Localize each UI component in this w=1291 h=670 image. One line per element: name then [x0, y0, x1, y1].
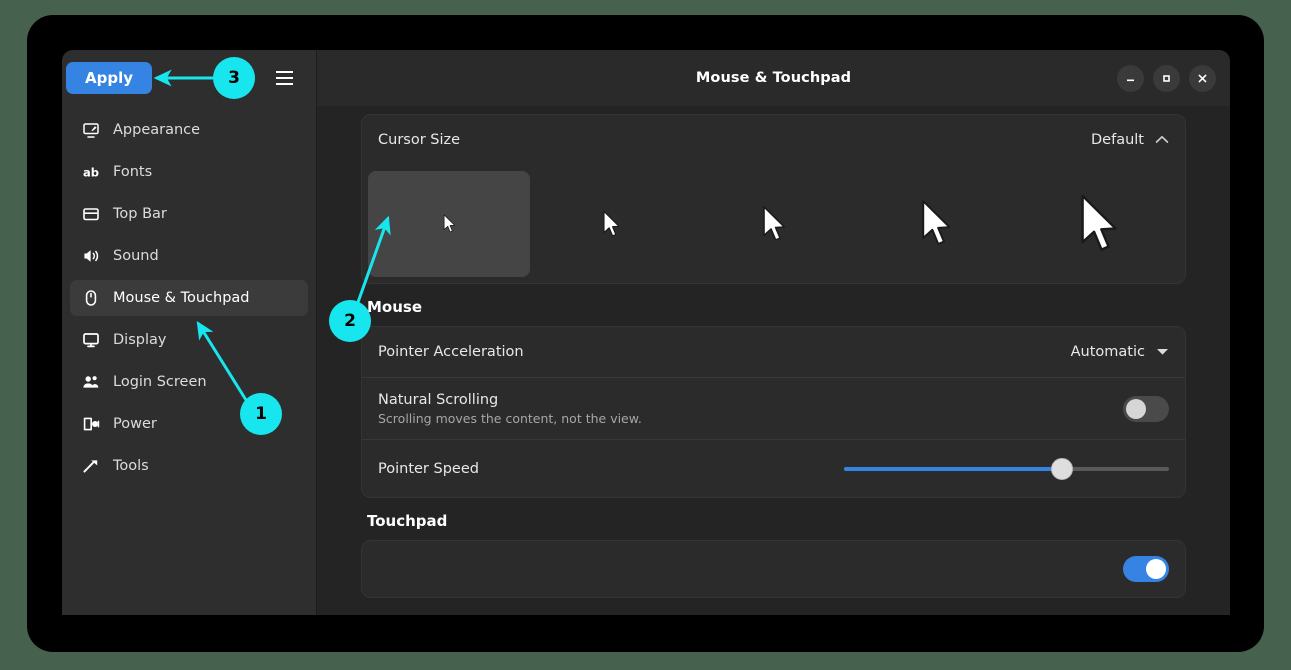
- sidebar-item-label: Tools: [113, 458, 149, 474]
- touchpad-settings-card: [361, 540, 1186, 598]
- main-content-panel: Mouse & Touchpad: [317, 50, 1230, 615]
- cursor-size-value: Default: [1091, 132, 1144, 148]
- settings-scroll-area[interactable]: Cursor Size Default: [317, 106, 1230, 615]
- sidebar-item-fonts[interactable]: ab Fonts: [70, 154, 308, 190]
- top-bar-icon: [82, 205, 100, 223]
- chevron-down-icon: [1156, 344, 1169, 360]
- sidebar-item-label: Sound: [113, 248, 159, 264]
- cursor-arrow-icon: [442, 214, 456, 234]
- sidebar-item-label: Mouse & Touchpad: [113, 290, 249, 306]
- cursor-size-card: Cursor Size Default: [361, 114, 1186, 284]
- natural-scrolling-toggle[interactable]: [1123, 396, 1169, 422]
- display-icon: [82, 331, 100, 349]
- sidebar-item-label: Login Screen: [113, 374, 207, 390]
- desktop-backdrop: Apply: [0, 0, 1291, 670]
- sidebar: Apply: [62, 50, 317, 615]
- minimize-icon: [1125, 73, 1136, 84]
- pointer-speed-row: Pointer Speed: [362, 439, 1185, 497]
- pointer-speed-slider[interactable]: [844, 458, 1169, 480]
- tools-icon: [82, 457, 100, 475]
- sidebar-item-appearance[interactable]: Appearance: [70, 112, 308, 148]
- cursor-size-option-4[interactable]: [855, 171, 1017, 277]
- touchpad-section-title: Touchpad: [367, 512, 1186, 530]
- device-shell: Apply: [27, 15, 1264, 652]
- pointer-acceleration-dropdown[interactable]: Automatic: [1071, 344, 1169, 360]
- natural-scrolling-description: Scrolling moves the content, not the vie…: [378, 411, 642, 426]
- slider-handle[interactable]: [1051, 458, 1073, 480]
- cursor-size-option-3[interactable]: [692, 171, 854, 277]
- sidebar-item-login-screen[interactable]: Login Screen: [70, 364, 308, 400]
- sidebar-item-label: Fonts: [113, 164, 152, 180]
- cursor-size-label: Cursor Size: [378, 132, 460, 148]
- sidebar-item-display[interactable]: Display: [70, 322, 308, 358]
- cursor-arrow-icon: [760, 205, 787, 244]
- fonts-icon: ab: [82, 163, 100, 181]
- minimize-button[interactable]: [1117, 65, 1144, 92]
- hamburger-bar-1: [276, 71, 293, 73]
- mouse-section-title: Mouse: [367, 298, 1186, 316]
- close-button[interactable]: [1189, 65, 1216, 92]
- cursor-size-header-row[interactable]: Cursor Size Default: [362, 115, 1185, 165]
- title-bar: Mouse & Touchpad: [317, 50, 1230, 106]
- cursor-size-option-5[interactable]: [1017, 171, 1179, 277]
- pointer-speed-label: Pointer Speed: [378, 461, 479, 477]
- annotation-badge-3: 3: [213, 57, 255, 99]
- sidebar-item-top-bar[interactable]: Top Bar: [70, 196, 308, 232]
- hamburger-bar-2: [276, 77, 293, 79]
- close-icon: [1197, 73, 1208, 84]
- sidebar-item-label: Top Bar: [113, 206, 167, 222]
- svg-text:ab: ab: [83, 166, 99, 180]
- touchpad-enable-toggle[interactable]: [1123, 556, 1169, 582]
- sidebar-item-sound[interactable]: Sound: [70, 238, 308, 274]
- cursor-arrow-icon: [601, 210, 621, 239]
- login-screen-icon: [82, 373, 100, 391]
- chevron-up-icon[interactable]: [1155, 132, 1169, 148]
- pointer-acceleration-row[interactable]: Pointer Acceleration Automatic: [362, 327, 1185, 377]
- touchpad-first-row[interactable]: [362, 541, 1185, 597]
- natural-scrolling-label: Natural Scrolling: [378, 392, 642, 408]
- sound-icon: [82, 247, 100, 265]
- mouse-icon: [82, 289, 100, 307]
- cursor-size-options: [362, 165, 1185, 283]
- hamburger-bar-3: [276, 83, 293, 85]
- maximize-button[interactable]: [1153, 65, 1180, 92]
- cursor-size-option-1[interactable]: [368, 171, 530, 277]
- appearance-icon: [82, 121, 100, 139]
- sidebar-nav-list: Appearance ab Fonts: [62, 106, 316, 484]
- window-controls: [1117, 50, 1216, 106]
- cursor-size-option-2[interactable]: [530, 171, 692, 277]
- toggle-knob: [1146, 559, 1166, 579]
- slider-fill: [844, 467, 1062, 471]
- hamburger-menu-icon[interactable]: [269, 63, 299, 93]
- maximize-icon: [1161, 73, 1172, 84]
- sidebar-item-label: Display: [113, 332, 166, 348]
- pointer-acceleration-value: Automatic: [1071, 344, 1145, 360]
- annotation-badge-2: 2: [329, 300, 371, 342]
- apply-button[interactable]: Apply: [66, 62, 152, 95]
- natural-scrolling-row[interactable]: Natural Scrolling Scrolling moves the co…: [362, 377, 1185, 439]
- mouse-settings-card: Pointer Acceleration Automatic: [361, 326, 1186, 498]
- toggle-knob: [1126, 399, 1146, 419]
- natural-scrolling-text: Natural Scrolling Scrolling moves the co…: [378, 392, 642, 426]
- power-icon: [82, 415, 100, 433]
- sidebar-header: Apply: [62, 50, 316, 106]
- cursor-arrow-icon: [918, 199, 953, 249]
- annotation-badge-1: 1: [240, 393, 282, 435]
- settings-window: Apply: [62, 50, 1230, 615]
- sidebar-item-label: Power: [113, 416, 157, 432]
- sidebar-item-label: Appearance: [113, 122, 200, 138]
- pointer-acceleration-label: Pointer Acceleration: [378, 344, 524, 360]
- sidebar-item-tools[interactable]: Tools: [70, 448, 308, 484]
- natural-scrolling-control: [1123, 396, 1169, 422]
- cursor-arrow-icon: [1076, 193, 1120, 256]
- cursor-size-value-group: Default: [1091, 132, 1169, 148]
- page-title: Mouse & Touchpad: [696, 70, 851, 86]
- touchpad-first-control: [1123, 556, 1169, 582]
- sidebar-item-mouse-touchpad[interactable]: Mouse & Touchpad: [70, 280, 308, 316]
